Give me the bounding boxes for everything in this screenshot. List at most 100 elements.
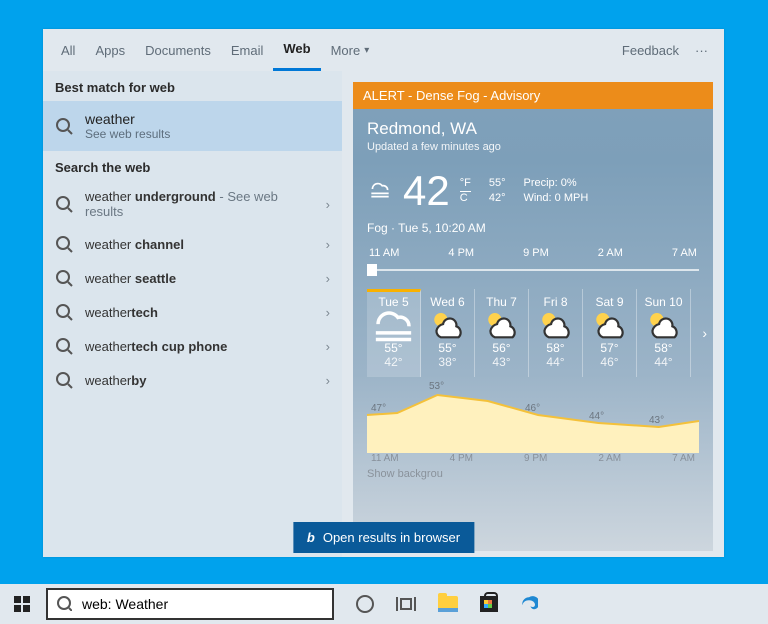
scope-tabs: All Apps Documents Email Web More▾ Feedb… — [43, 29, 724, 71]
partly-cloudy-icon — [637, 313, 690, 335]
current-temp: 42 — [403, 167, 450, 215]
results-list: Best match for web weather See web resul… — [43, 71, 342, 557]
start-button[interactable] — [0, 596, 44, 612]
forecast-day[interactable]: Wed 655°38° — [421, 289, 475, 377]
today-hilo: 55°42° — [489, 176, 506, 206]
partly-cloudy-icon — [529, 313, 582, 335]
chart-point-label: 47° — [371, 403, 386, 414]
edge-button[interactable] — [520, 595, 538, 613]
suggestion-row[interactable]: weather channel › — [43, 227, 342, 261]
search-input[interactable] — [82, 596, 324, 612]
daily-forecast: Tue 555°42° Wed 655°38° Thu 756°43° Fri … — [367, 289, 699, 377]
chevron-right-icon: › — [326, 271, 330, 286]
hourly-chart: 47° 53° 46° 44° 43° — [367, 381, 699, 453]
suggestion-row[interactable]: weathertech › — [43, 295, 342, 329]
taskbar-search-box[interactable] — [46, 588, 334, 620]
tab-all[interactable]: All — [51, 29, 85, 71]
chevron-right-icon: › — [326, 339, 330, 354]
search-icon — [55, 371, 73, 389]
suggestion-text: weather seattle — [85, 271, 314, 286]
hour-label: 2 AM — [598, 453, 621, 464]
cortana-button[interactable] — [356, 595, 374, 613]
suggestion-row[interactable]: weather seattle › — [43, 261, 342, 295]
search-icon — [55, 117, 73, 135]
tab-documents[interactable]: Documents — [135, 29, 221, 71]
today-details: Precip: 0%Wind: 0 MPH — [523, 176, 588, 206]
taskbar — [0, 584, 768, 624]
open-in-browser-button[interactable]: b Open results in browser — [293, 522, 474, 553]
fog-icon — [367, 178, 393, 205]
forecast-day[interactable]: Sun 1058°44° — [637, 289, 691, 377]
hour-slider[interactable] — [367, 261, 699, 279]
search-icon — [55, 269, 73, 287]
chevron-right-icon: › — [326, 305, 330, 320]
tab-web[interactable]: Web — [273, 29, 320, 71]
search-icon — [55, 303, 73, 321]
chevron-right-icon: › — [326, 237, 330, 252]
hour-axis: 11 AM 4 PM 9 PM 2 AM 7 AM — [367, 247, 699, 259]
chevron-right-icon: › — [326, 197, 330, 212]
location-name: Redmond, WA — [367, 119, 699, 139]
forecast-day[interactable]: Tue 555°42° — [367, 289, 421, 377]
weather-card: Redmond, WA Updated a few minutes ago 42… — [353, 109, 713, 551]
hour-label: 11 AM — [371, 453, 399, 464]
suggestion-text: weatherby — [85, 373, 314, 388]
search-web-heading: Search the web — [43, 151, 342, 181]
chart-point-label: 43° — [649, 415, 664, 426]
file-explorer-button[interactable] — [438, 596, 458, 612]
partly-cloudy-icon — [475, 313, 528, 335]
hour-label: 4 PM — [448, 247, 474, 259]
open-in-browser-label: Open results in browser — [323, 530, 460, 545]
task-view-button[interactable] — [396, 596, 416, 612]
best-match-title: weather — [85, 111, 170, 127]
windows-icon — [14, 596, 30, 612]
forecast-day[interactable]: Thu 756°43° — [475, 289, 529, 377]
search-icon — [55, 195, 73, 213]
hour-label: 7 AM — [672, 247, 697, 259]
preview-pane: ALERT - Dense Fog - Advisory Redmond, WA… — [342, 71, 724, 557]
show-background-link[interactable]: Show backgrou — [367, 468, 699, 480]
hour-label: 9 PM — [524, 453, 547, 464]
chart-point-label: 53° — [429, 381, 444, 392]
updated-label: Updated a few minutes ago — [367, 141, 699, 153]
conditions-line: Fog · Tue 5, 10:20 AM — [367, 221, 699, 235]
suggestion-text: weather channel — [85, 237, 314, 252]
best-match-subtitle: See web results — [85, 127, 170, 141]
chart-point-label: 44° — [589, 411, 604, 422]
search-flyout: All Apps Documents Email Web More▾ Feedb… — [43, 29, 724, 557]
bing-icon: b — [307, 530, 315, 545]
tab-more[interactable]: More▾ — [321, 29, 380, 71]
tab-apps[interactable]: Apps — [85, 29, 135, 71]
search-icon — [56, 595, 74, 613]
forecast-day[interactable]: Sat 957°46° — [583, 289, 637, 377]
suggestion-text: weather underground - See web results — [85, 189, 314, 219]
hour-label: 7 AM — [672, 453, 695, 464]
weather-alert-banner[interactable]: ALERT - Dense Fog - Advisory — [353, 82, 713, 109]
hour-label: 4 PM — [450, 453, 473, 464]
microsoft-store-button[interactable] — [480, 596, 498, 612]
suggestion-text: weathertech cup phone — [85, 339, 314, 354]
forecast-day[interactable]: Fri 858°44° — [529, 289, 583, 377]
unit-toggle[interactable]: °FC — [460, 177, 471, 205]
partly-cloudy-icon — [421, 313, 474, 335]
tab-email[interactable]: Email — [221, 29, 274, 71]
suggestion-row[interactable]: weathertech cup phone › — [43, 329, 342, 363]
suggestion-row[interactable]: weatherby › — [43, 363, 342, 397]
hour-label: 9 PM — [523, 247, 549, 259]
overflow-menu-button[interactable]: ··· — [687, 29, 716, 71]
search-icon — [55, 337, 73, 355]
best-match-heading: Best match for web — [43, 71, 342, 101]
chevron-down-icon: ▾ — [364, 45, 369, 56]
fog-icon — [367, 313, 420, 335]
feedback-link[interactable]: Feedback — [614, 29, 687, 71]
chevron-right-icon: › — [326, 373, 330, 388]
suggestion-text: weathertech — [85, 305, 314, 320]
suggestion-row[interactable]: weather underground - See web results › — [43, 181, 342, 227]
chart-hour-axis: 11 AM 4 PM 9 PM 2 AM 7 AM — [367, 453, 699, 464]
chart-point-label: 46° — [525, 403, 540, 414]
search-icon — [55, 235, 73, 253]
hour-label: 2 AM — [598, 247, 623, 259]
best-match-item[interactable]: weather See web results — [43, 101, 342, 151]
partly-cloudy-icon — [583, 313, 636, 335]
chevron-right-icon[interactable]: › — [702, 325, 707, 341]
